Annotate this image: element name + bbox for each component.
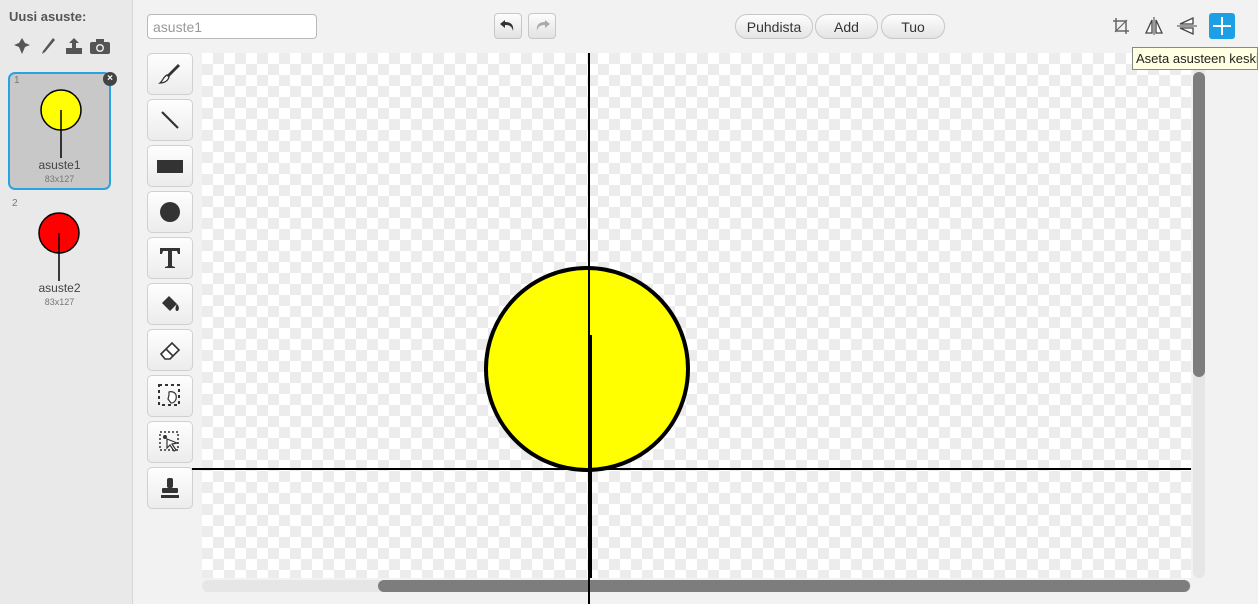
crop-icon — [1113, 18, 1129, 34]
horizontal-scrollbar-thumb[interactable] — [378, 580, 1190, 592]
set-costume-center-button[interactable] — [1209, 13, 1235, 39]
fill-icon — [162, 296, 179, 311]
paint-canvas[interactable] — [202, 53, 1191, 578]
set-costume-center-icon — [1213, 17, 1231, 35]
eraser-tool[interactable] — [147, 329, 193, 371]
select-tool[interactable] — [147, 375, 193, 417]
select-duplicate-icon — [159, 431, 180, 452]
select-duplicate-tool[interactable] — [147, 421, 193, 463]
costume-size: 83x127 — [44, 174, 75, 184]
stamp-icon — [161, 478, 179, 498]
select-icon — [158, 384, 180, 406]
import-button[interactable]: Tuo — [881, 14, 945, 39]
upload-icon[interactable] — [63, 35, 85, 57]
redo-icon — [536, 20, 550, 31]
undo-button[interactable] — [494, 13, 522, 39]
new-costume-icons — [11, 35, 111, 57]
costume-name-input[interactable] — [147, 14, 317, 39]
eraser-icon — [159, 341, 181, 360]
flip-vertical-button[interactable] — [1174, 13, 1200, 39]
costume-number: 2 — [12, 198, 18, 209]
flip-horizontal-button[interactable] — [1141, 13, 1167, 39]
text-tool[interactable] — [147, 237, 193, 279]
clear-button[interactable]: Puhdista — [735, 14, 813, 39]
new-costume-label: Uusi asuste: — [9, 9, 87, 24]
costume-list-panel: Uusi asuste: 1 asuste1 83x127 × 2 asuste… — [0, 0, 133, 604]
tooltip: Aseta asusteen keskipiste — [1132, 47, 1258, 70]
ellipse-icon — [160, 202, 180, 222]
fill-tool[interactable] — [147, 283, 193, 325]
costume-name: asuste1 — [38, 158, 81, 172]
undo-icon — [500, 20, 514, 31]
rectangle-icon — [157, 160, 183, 173]
crop-button[interactable] — [1108, 13, 1134, 39]
line-icon — [161, 111, 179, 129]
add-button[interactable]: Add — [815, 14, 878, 39]
stamp-tool[interactable] — [147, 467, 193, 509]
costume-size: 83x127 — [44, 297, 75, 307]
rectangle-tool[interactable] — [147, 145, 193, 187]
costume-thumbnail — [40, 89, 82, 158]
camera-icon[interactable] — [89, 35, 111, 57]
costume-name: asuste2 — [38, 281, 81, 295]
brush-icon — [158, 64, 180, 84]
line-tool[interactable] — [147, 99, 193, 141]
costume-number: 1 — [14, 75, 20, 86]
costume-thumbnail — [38, 212, 80, 281]
text-icon — [160, 248, 180, 268]
tool-palette — [147, 53, 195, 513]
flip-vertical-icon — [1177, 16, 1197, 36]
ellipse-tool[interactable] — [147, 191, 193, 233]
paint-sprite-icon[interactable] — [11, 35, 33, 57]
paintbrush-icon[interactable] — [37, 35, 59, 57]
costume-item-2[interactable]: 2 asuste2 83x127 — [8, 197, 111, 315]
redo-button[interactable] — [528, 13, 556, 39]
vertical-scrollbar-thumb[interactable] — [1193, 72, 1205, 377]
delete-costume-icon[interactable]: × — [103, 72, 117, 86]
brush-tool[interactable] — [147, 53, 193, 95]
costume-item-1[interactable]: 1 asuste1 83x127 × — [8, 72, 117, 190]
flip-horizontal-icon — [1144, 17, 1164, 35]
